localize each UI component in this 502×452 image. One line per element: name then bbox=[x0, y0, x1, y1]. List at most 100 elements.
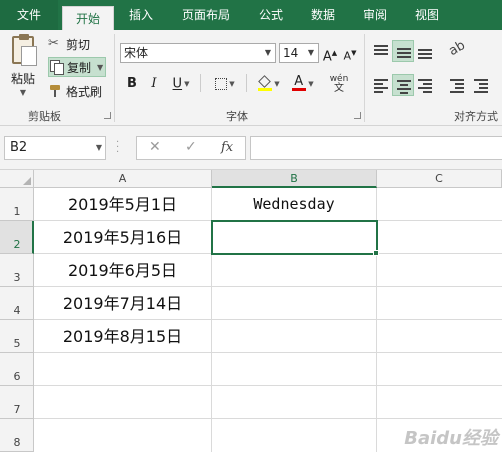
formula-bar-buttons: ✕ ✓ fx bbox=[136, 136, 246, 160]
borders-icon bbox=[215, 78, 228, 90]
toolbar-divider bbox=[200, 74, 201, 92]
worksheet-grid: A B C 1 2 3 4 5 6 7 8 2019年5月1日 2019年5月1… bbox=[0, 170, 502, 452]
phonetic-guide-button[interactable]: wén 文 bbox=[328, 74, 350, 94]
fill-handle[interactable] bbox=[373, 250, 379, 256]
active-cell-b2[interactable] bbox=[211, 220, 378, 255]
bold-button[interactable]: B bbox=[124, 74, 140, 94]
paintbrush-icon bbox=[48, 84, 62, 98]
enter-icon[interactable]: ✓ bbox=[185, 139, 197, 155]
watermark-logo: Baidu经验 bbox=[404, 428, 498, 449]
cell-a3[interactable]: 2019年6月5日 bbox=[34, 254, 211, 287]
name-box[interactable]: B2 ▼ bbox=[4, 136, 106, 160]
gridline bbox=[34, 385, 502, 386]
ribbon-tab-bar: 文件 开始 插入 页面布局 公式 数据 审阅 视图 bbox=[0, 0, 502, 30]
align-left-button[interactable] bbox=[370, 74, 392, 96]
row-header-1[interactable]: 1 bbox=[0, 188, 34, 221]
font-size-value: 14 bbox=[283, 46, 299, 60]
cell-b1[interactable]: Wednesday bbox=[212, 188, 376, 221]
copy-icon bbox=[49, 60, 64, 75]
drag-handle-icon[interactable]: · · · bbox=[116, 138, 120, 158]
formula-input[interactable] bbox=[250, 136, 502, 160]
text-orientation-icon: ab bbox=[446, 37, 468, 60]
decrease-font-size-button[interactable]: A▼ bbox=[342, 43, 358, 63]
fill-color-button[interactable]: ▼ bbox=[254, 74, 284, 94]
group-label-clipboard: 剪贴板 bbox=[28, 110, 61, 123]
phonetic-bottom-label: 文 bbox=[334, 83, 344, 94]
font-color-icon: A bbox=[292, 74, 307, 92]
paper-icon bbox=[21, 46, 37, 66]
copy-label: 复制 bbox=[67, 60, 92, 75]
tab-insert[interactable]: 插入 bbox=[118, 0, 164, 30]
cell-a4[interactable]: 2019年7月14日 bbox=[34, 287, 211, 320]
decrease-indent-button[interactable] bbox=[446, 74, 468, 96]
underline-button[interactable]: U ▼ bbox=[166, 74, 196, 94]
tab-formulas[interactable]: 公式 bbox=[248, 0, 294, 30]
chevron-down-icon: ▼ bbox=[274, 80, 280, 88]
tab-file[interactable]: 文件 bbox=[0, 0, 58, 30]
chevron-down-icon: ▼ bbox=[95, 143, 102, 152]
cell-a2[interactable]: 2019年5月16日 bbox=[34, 221, 211, 254]
toolbar-divider bbox=[246, 74, 247, 92]
align-bottom-button[interactable] bbox=[414, 40, 436, 62]
group-separator bbox=[364, 34, 365, 122]
row-header-2[interactable]: 2 bbox=[0, 221, 34, 254]
format-painter-label: 格式刷 bbox=[66, 84, 103, 99]
font-color-button[interactable]: A ▼ bbox=[288, 74, 318, 94]
cell-a5[interactable]: 2019年8月15日 bbox=[34, 320, 211, 353]
select-all-button[interactable] bbox=[0, 170, 34, 188]
column-header-a[interactable]: A bbox=[34, 170, 212, 188]
chevron-down-icon[interactable]: ▼ bbox=[97, 63, 103, 72]
chevron-down-icon: ▼ bbox=[264, 48, 272, 57]
tab-review[interactable]: 审阅 bbox=[352, 0, 398, 30]
paint-bucket-icon bbox=[258, 75, 273, 91]
row-header-3[interactable]: 3 bbox=[0, 254, 34, 287]
orientation-button[interactable]: ab bbox=[446, 37, 468, 62]
copy-button[interactable]: 复制 ▼ bbox=[48, 57, 107, 77]
chevron-down-icon: ▼ bbox=[184, 80, 190, 88]
increase-font-icon: A bbox=[322, 49, 332, 65]
row-header-8[interactable]: 8 bbox=[0, 419, 34, 452]
paste-label: 粘贴 bbox=[10, 72, 35, 86]
align-right-button[interactable] bbox=[414, 74, 436, 96]
group-label-font: 字体 bbox=[226, 110, 248, 123]
insert-function-icon[interactable]: fx bbox=[221, 140, 233, 155]
tab-data[interactable]: 数据 bbox=[300, 0, 346, 30]
cell-a1[interactable]: 2019年5月1日 bbox=[34, 188, 211, 221]
font-family-select[interactable]: 宋体 ▼ bbox=[120, 43, 276, 63]
row-header-5[interactable]: 5 bbox=[0, 320, 34, 353]
italic-button[interactable]: I bbox=[146, 74, 162, 94]
borders-button[interactable]: ▼ bbox=[208, 74, 242, 94]
align-center-button[interactable] bbox=[392, 74, 414, 96]
format-painter-button[interactable]: 格式刷 bbox=[48, 81, 102, 101]
ribbon: 粘贴 ▼ ✂ 剪切 复制 ▼ 格式刷 剪贴板 宋体 ▼ 14 ▼ A▲ A▼ B… bbox=[0, 30, 502, 126]
row-header-4[interactable]: 4 bbox=[0, 287, 34, 320]
dialog-launcher-icon[interactable] bbox=[354, 112, 361, 119]
cut-button[interactable]: ✂ 剪切 bbox=[48, 34, 90, 54]
column-header-c[interactable]: C bbox=[377, 170, 502, 188]
chevron-down-icon: ▼ bbox=[307, 48, 315, 57]
clipboard-clip-icon bbox=[19, 34, 29, 40]
group-separator bbox=[114, 34, 115, 122]
group-label-alignment: 对齐方式 bbox=[454, 110, 498, 123]
row-header-7[interactable]: 7 bbox=[0, 386, 34, 419]
paste-button[interactable]: 粘贴 ▼ bbox=[4, 34, 42, 104]
tab-page-layout[interactable]: 页面布局 bbox=[170, 0, 242, 30]
align-top-button[interactable] bbox=[370, 40, 392, 62]
tab-view[interactable]: 视图 bbox=[404, 0, 450, 30]
row-header-6[interactable]: 6 bbox=[0, 353, 34, 386]
decrease-font-icon: A bbox=[343, 49, 352, 63]
align-middle-button[interactable] bbox=[392, 40, 414, 62]
formula-bar: B2 ▼ · · · ✕ ✓ fx bbox=[0, 126, 502, 170]
chevron-down-icon: ▼ bbox=[308, 80, 314, 88]
tab-home[interactable]: 开始 bbox=[62, 6, 114, 30]
dialog-launcher-icon[interactable] bbox=[104, 112, 111, 119]
underline-icon: U bbox=[172, 76, 183, 92]
font-family-value: 宋体 bbox=[124, 46, 149, 60]
cancel-icon[interactable]: ✕ bbox=[149, 139, 161, 155]
column-header-b[interactable]: B bbox=[212, 170, 377, 188]
font-size-select[interactable]: 14 ▼ bbox=[279, 43, 319, 63]
increase-indent-button[interactable] bbox=[470, 74, 492, 96]
increase-font-size-button[interactable]: A▲ bbox=[322, 43, 338, 65]
chevron-down-icon: ▼ bbox=[229, 80, 235, 88]
chevron-down-icon[interactable]: ▼ bbox=[4, 88, 42, 97]
